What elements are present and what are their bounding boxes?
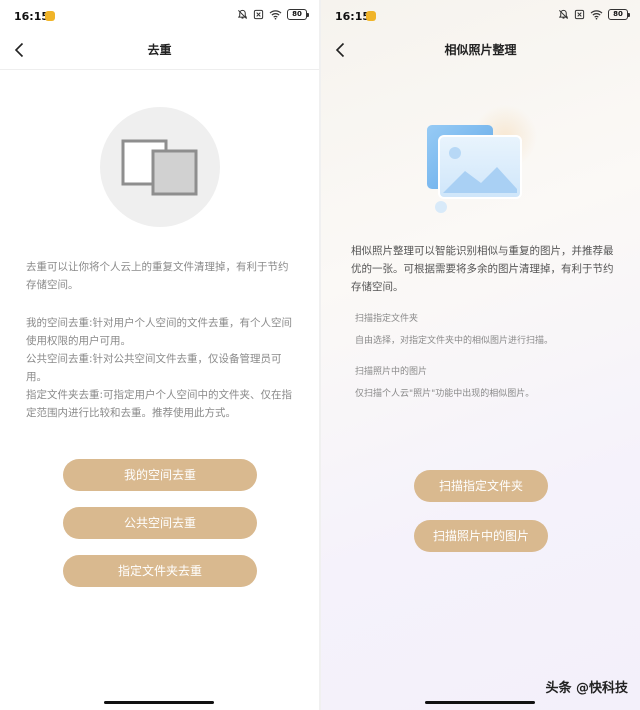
dedup-intro: 去重可以让你将个人云上的重复文件清理掉，有利于节约存储空间。 [26,261,289,291]
notification-app-icon [366,11,376,21]
my-space-dedup-button[interactable]: 我的空间去重 [63,459,257,491]
public-space-dedup-button[interactable]: 公共空间去重 [63,507,257,539]
watermark: 头条 @快科技 [545,681,628,696]
status-bar: 16:15 80 [0,0,319,34]
sim-x-icon [253,9,264,20]
scan-folder-desc: 自由选择，对指定文件夹中的相似图片进行扫描。 [355,336,554,346]
nav-bar: 去重 [0,34,319,68]
mute-bell-icon [237,9,248,19]
battery-icon: 80 [608,9,630,20]
detail-public-space: 公共空间去重:针对公共空间文件去重，仅设备管理员可用。 [26,353,282,383]
notification-app-icon [45,11,55,21]
scan-folder-button[interactable]: 扫描指定文件夹 [414,470,548,502]
mute-bell-icon [558,9,569,19]
wifi-icon [269,10,282,20]
sim-x-icon [574,9,585,20]
folder-dedup-button[interactable]: 指定文件夹去重 [63,555,257,587]
status-icons: 80 [558,9,630,20]
scan-photos-button[interactable]: 扫描照片中的图片 [414,520,548,552]
scan-folder-title: 扫描指定文件夹 [355,314,419,324]
wifi-icon [590,10,603,20]
status-icons: 80 [237,9,309,20]
page-title: 相似照片整理 [444,43,517,57]
dedup-details: 我的空间去重:针对用户个人空间的文件去重，有个人空间使用权限的用户可用。 公共空… [26,314,298,422]
detail-folder: 指定文件夹去重:可指定用户个人空间中的文件夹、仅在指定范围内进行比较和去重。推荐… [26,389,293,419]
nav-bar: 相似照片整理 [321,34,640,68]
duplicate-files-icon [121,139,198,196]
status-bar: 16:15 80 [321,0,640,34]
home-indicator[interactable] [425,701,535,704]
dedup-screen: 16:15 80 去重 去重可以让你将个人云上的重复文件清理掉，有利于节约存储空… [0,0,319,710]
dedup-illustration [100,107,220,227]
battery-icon: 80 [287,9,309,20]
nav-divider [0,69,319,70]
page-title: 去重 [147,43,172,57]
similar-photos-screen: 16:15 80 相似照片整理 相似照片整理可以智能识别相似与重复的图片，并推荐… [321,0,640,710]
home-indicator[interactable] [104,701,214,704]
detail-my-space: 我的空间去重:针对用户个人空间的文件去重，有个人空间使用权限的用户可用。 [26,317,293,347]
scan-photos-title: 扫描照片中的图片 [355,367,428,377]
similar-intro: 相似照片整理可以智能识别相似与重复的图片，并推荐最优的一张。可根据需要将多余的图… [351,245,614,293]
scan-photos-desc: 仅扫描个人云"照片"功能中出现的相似图片。 [355,389,535,399]
status-time: 16:15 [14,10,50,23]
status-time: 16:15 [335,10,371,23]
photo-gallery-icon [427,105,537,213]
